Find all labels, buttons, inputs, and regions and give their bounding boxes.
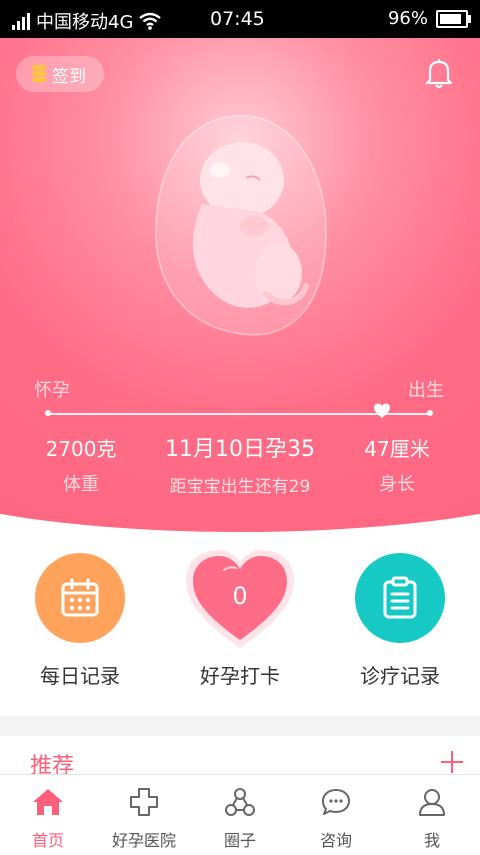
length-value: 47厘米 xyxy=(364,437,430,461)
tab-me-label: 我 xyxy=(423,831,440,850)
checkin-button[interactable]: 签到 xyxy=(16,56,104,92)
carrier-text: 中国移动4G xyxy=(36,12,134,33)
timeline-end-label: 出生 xyxy=(408,380,444,401)
weight-value: 2700克 xyxy=(45,437,117,461)
checkin-label: 签到 xyxy=(52,66,86,87)
battery-icon xyxy=(436,9,471,28)
bottom-tab-bar: 首页 好孕医院 圈子 咨询 我 xyxy=(0,774,480,855)
clock-in-label: 好孕打卡 xyxy=(200,664,280,688)
battery-percent: 96% xyxy=(387,8,428,29)
section-divider xyxy=(0,716,480,736)
tab-hospital-label: 好孕医院 xyxy=(111,831,176,850)
clock-in-button[interactable]: 0 xyxy=(184,548,296,652)
pregnancy-hero: 签到 怀孕 出生 2700克 体重 11月10日孕35 距宝宝出生还有29 47… xyxy=(0,38,480,532)
clinic-record-button[interactable] xyxy=(355,553,445,643)
tab-home-label: 首页 xyxy=(31,831,64,850)
tab-circle-label: 圈子 xyxy=(223,831,256,850)
home-icon xyxy=(33,789,63,815)
status-bar: 中国移动4G 07:45 96% xyxy=(0,0,480,38)
timeline-start-label: 怀孕 xyxy=(34,380,70,401)
coin-icon xyxy=(32,65,46,83)
plus-icon[interactable] xyxy=(440,750,464,774)
chat-bubble-icon xyxy=(322,789,350,815)
user-icon xyxy=(419,789,445,816)
clinic-record-label: 诊疗记录 xyxy=(360,664,440,688)
hospital-cross-icon xyxy=(130,788,158,816)
length-label: 身长 xyxy=(379,474,415,495)
circle-group-icon xyxy=(225,788,255,816)
tab-me[interactable]: 我 xyxy=(384,775,480,855)
progress-heart-marker xyxy=(374,403,391,418)
progress-start-dot xyxy=(45,410,51,416)
clock-in-count: 0 xyxy=(232,582,248,610)
status-left: 中国移动4G xyxy=(12,8,162,34)
clock-time: 07:45 xyxy=(210,8,265,30)
daily-record-button[interactable] xyxy=(35,553,125,643)
calendar-icon xyxy=(61,578,99,617)
pregnancy-date: 11月10日孕35 xyxy=(165,437,315,462)
status-right: 96% xyxy=(387,8,471,29)
tab-hospital[interactable]: 好孕医院 xyxy=(96,775,192,855)
wifi-icon xyxy=(139,12,162,30)
signal-icon xyxy=(12,12,30,30)
tab-consult-label: 咨询 xyxy=(319,831,352,850)
tab-consult[interactable]: 咨询 xyxy=(288,775,384,855)
weight-label: 体重 xyxy=(63,474,99,495)
clipboard-icon xyxy=(383,576,417,619)
progress-end-dot xyxy=(427,410,433,416)
fetus-illustration xyxy=(154,114,328,336)
tab-home[interactable]: 首页 xyxy=(0,775,96,855)
birth-countdown: 距宝宝出生还有29 xyxy=(169,477,311,497)
daily-record-label: 每日记录 xyxy=(40,664,120,688)
tab-circle[interactable]: 圈子 xyxy=(192,775,288,855)
bell-icon[interactable] xyxy=(424,58,454,90)
